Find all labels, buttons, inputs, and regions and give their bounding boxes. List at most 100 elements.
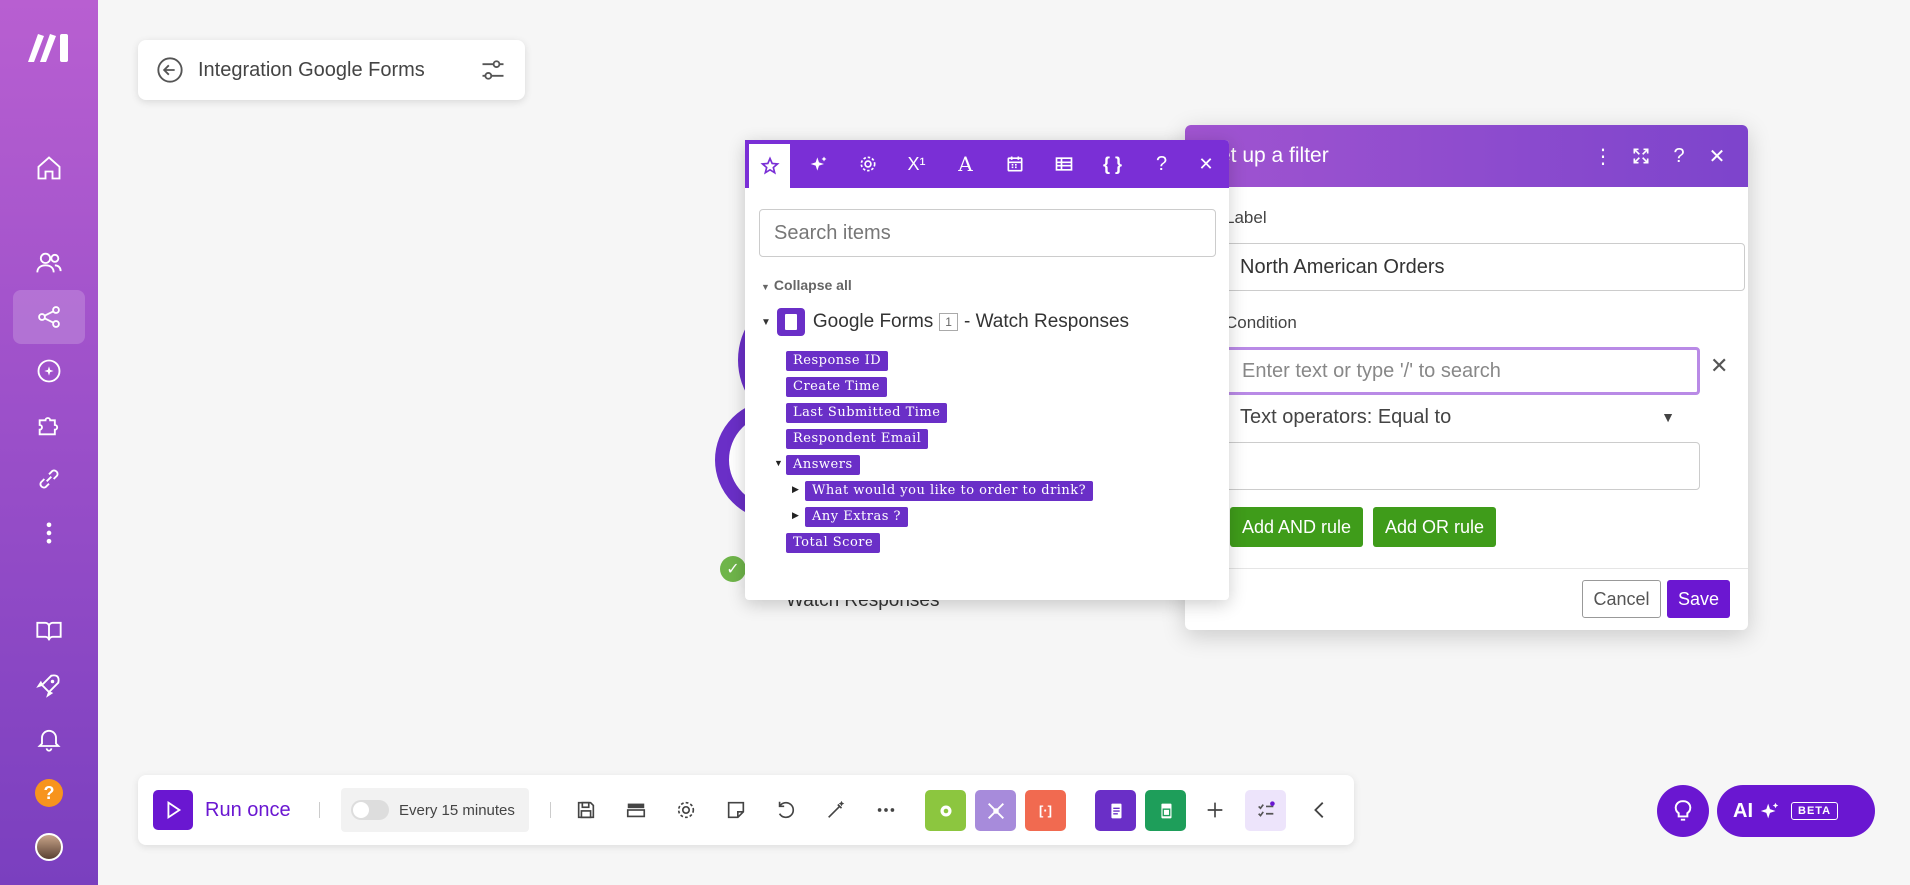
gear-icon [860,156,875,172]
sidebar-item-team[interactable] [13,236,85,290]
google-sheets-tile[interactable] [1145,790,1186,831]
more-horizontal-icon[interactable] [874,798,898,822]
item-respondent-email[interactable]: Respondent Email [786,429,929,449]
item-total-score[interactable]: Total Score [786,533,881,553]
sidebar-item-home[interactable] [13,141,85,195]
text-parser-tile[interactable]: [·] [1025,790,1066,831]
sidebar-item-apps[interactable] [13,398,85,452]
puzzle-icon [38,417,59,436]
filter-dialog: Set up a filter ⋮ ? ✕ Label North Americ… [1185,125,1748,630]
tab-ai[interactable] [794,140,843,188]
item-last-submitted-time[interactable]: Last Submitted Time [786,403,948,423]
label-input[interactable]: North American Orders [1225,243,1745,291]
caret-down-icon: ▼ [761,282,770,292]
tools-tile[interactable] [925,790,966,831]
tab-math[interactable]: X¹ [892,140,941,188]
settings-sliders-icon[interactable] [479,56,507,84]
add-and-rule-button[interactable]: Add AND rule [1230,507,1364,547]
chevron-left-icon[interactable] [1308,798,1332,822]
tab-array[interactable] [1039,140,1088,188]
sidebar-item-connections[interactable] [13,452,85,506]
sidebar-item-docs[interactable] [13,604,85,658]
schedule-toggle[interactable]: Every 15 minutes [341,788,529,832]
add-or-rule-button[interactable]: Add OR rule [1373,507,1497,547]
remove-condition-icon[interactable]: ✕ [1710,353,1728,379]
blueprint-icon[interactable] [624,798,648,822]
filter-title: Set up a filter [1205,144,1329,167]
check-icon: ✓ [720,556,746,582]
sidebar-item-notifications[interactable] [13,712,85,766]
schedule-label: Every 15 minutes [399,801,515,819]
caret-down-icon: ▼ [761,316,771,328]
close-icon[interactable]: ✕ [1706,145,1728,168]
item-response-id[interactable]: Response ID [786,351,889,371]
filter-footer [1185,568,1748,630]
tab-json[interactable]: { } [1088,140,1137,188]
ai-assistant-button[interactable]: AI BETA [1717,785,1875,837]
item-any-extras[interactable]: Any Extras ? [805,507,909,527]
magic-wand-icon[interactable] [824,798,848,822]
sparkle-icon [810,156,826,171]
tab-general[interactable] [843,140,892,188]
superscript-icon: X¹ [907,153,926,174]
search-items-input[interactable]: Search items [759,209,1216,257]
lightbulb-icon [1674,800,1692,821]
tab-date[interactable] [990,140,1039,188]
bell-icon [37,729,61,752]
toggle-switch[interactable] [351,800,389,820]
tab-favorites[interactable] [745,140,794,188]
flow-control-tile[interactable] [975,790,1016,831]
more-vertical-icon[interactable]: ⋮ [1592,145,1614,168]
google-forms-tile[interactable] [1095,790,1136,831]
cancel-button[interactable]: Cancel [1582,580,1661,618]
tab-text[interactable]: A [941,140,990,188]
sidebar-item-help[interactable]: ? [13,766,85,820]
expand-icon[interactable] [1630,145,1652,167]
collapse-all-link[interactable]: ▼ Collapse all [761,277,852,293]
home-icon [37,156,61,180]
caret-down-icon[interactable]: ▼ [774,458,783,468]
ai-circle-icon [37,359,61,383]
scenario-title-card: Integration Google Forms [138,40,525,100]
bottom-toolbar: Run once Every 15 minutes [·] [138,775,1354,845]
close-mapper-button[interactable]: ✕ [1186,140,1226,188]
avatar [35,833,63,861]
condition-input[interactable]: Enter text or type '/' to search [1225,347,1700,395]
caret-right-icon[interactable]: ▶ [792,510,799,521]
run-once-button[interactable]: Run once [153,790,291,830]
note-icon[interactable] [724,798,748,822]
scenario-name[interactable]: Integration Google Forms [198,59,479,82]
gear-icon[interactable] [674,798,698,822]
back-arrow-icon[interactable] [156,56,184,84]
condition-value-input[interactable] [1225,442,1700,490]
save-button[interactable]: Save [1667,580,1730,618]
tab-help[interactable]: ? [1137,140,1186,188]
source-name: Google Forms [812,311,934,332]
plus-icon[interactable] [1203,798,1227,822]
sidebar-item-launch[interactable] [13,658,85,712]
module-number-badge: 1 [939,313,958,331]
divider [550,802,551,818]
operator-select[interactable]: Text operators: Equal to ▼ [1240,403,1675,431]
google-forms-icon [1110,803,1121,818]
source-module-row[interactable]: ▼ Google Forms 1 - Watch Responses [761,308,1129,336]
help-icon[interactable]: ? [1668,145,1690,167]
caret-right-icon[interactable]: ▶ [792,484,799,495]
sidebar-item-profile[interactable] [13,820,85,874]
close-icon: ✕ [1198,153,1214,174]
sidebar-item-more[interactable] [13,506,85,560]
make-logo[interactable] [26,30,72,64]
tips-button[interactable] [1657,785,1709,837]
checklist-tile[interactable] [1245,790,1286,831]
collapse-all-label: Collapse all [773,277,852,293]
sidebar-item-scenarios[interactable] [13,290,85,344]
operator-value: Text operators: Equal to [1240,405,1452,428]
undo-icon[interactable] [774,798,798,822]
sidebar-item-ai-agents[interactable] [13,344,85,398]
save-icon[interactable] [574,798,598,822]
item-answers[interactable]: Answers [786,455,860,475]
mapping-panel: X¹ A { } ? ✕ Search items ▼ Collapse all … [745,140,1229,600]
item-create-time[interactable]: Create Time [786,377,888,397]
item-drink-question[interactable]: What would you like to order to drink? [805,481,1094,501]
sparkle-icon [1760,802,1779,819]
